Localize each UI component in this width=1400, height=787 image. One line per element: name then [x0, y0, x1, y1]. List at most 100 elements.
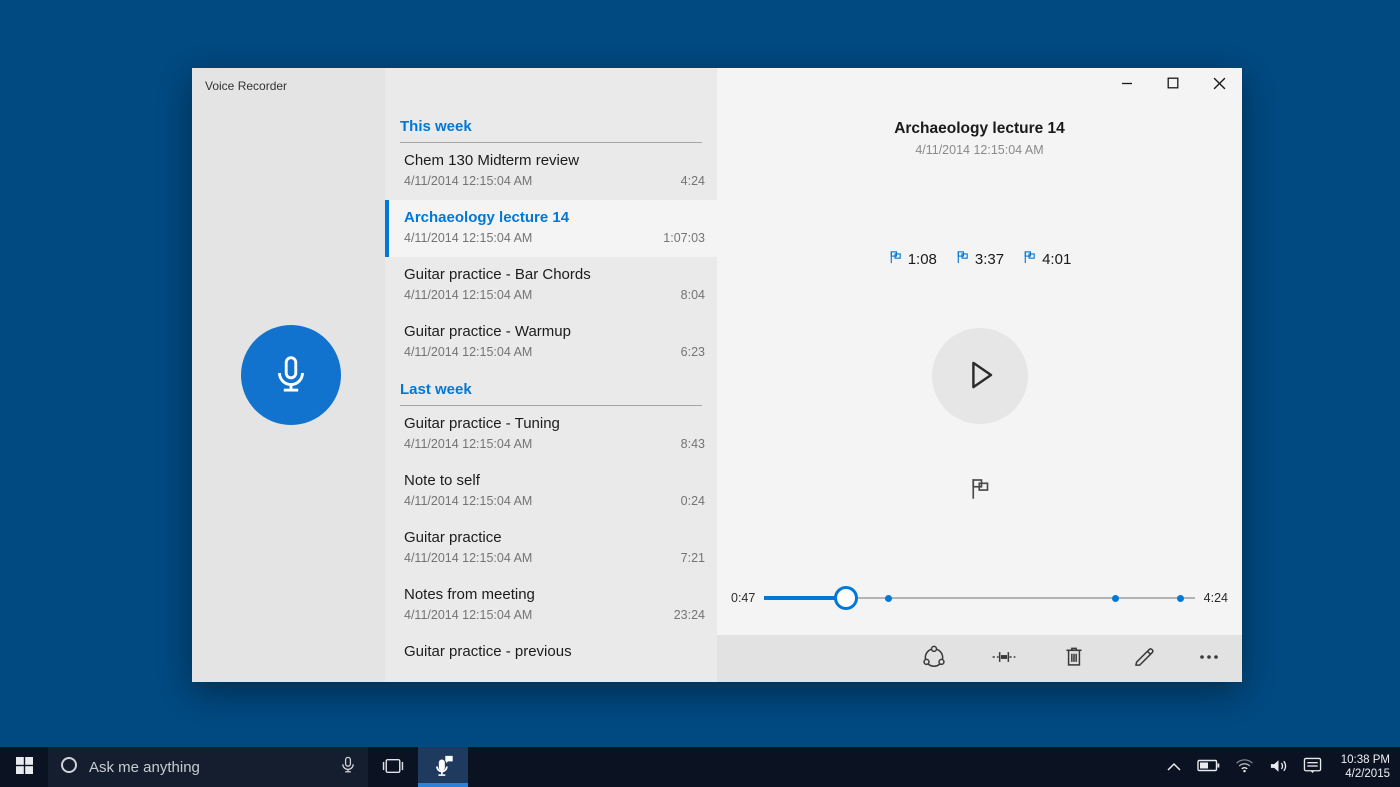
marker-time: 4:01 [1042, 251, 1072, 268]
recording-item-date: 4/11/2014 12:15:04 AM [404, 231, 533, 245]
running-app-indicator [418, 783, 468, 787]
cortana-search-box[interactable]: Ask me anything [48, 747, 368, 787]
battery-icon [1197, 759, 1220, 775]
recordings-list: This week Chem 130 Midterm review 4/11/2… [385, 68, 717, 682]
record-button[interactable] [241, 325, 341, 425]
seek-slider[interactable] [764, 586, 1195, 610]
minimize-button[interactable] [1104, 68, 1150, 101]
share-icon [921, 644, 947, 673]
recording-item-duration: 23:24 [673, 608, 705, 622]
total-time: 4:24 [1203, 591, 1228, 605]
start-button[interactable] [0, 747, 48, 787]
window-controls [1104, 68, 1242, 101]
recordings-scroll-area[interactable]: This week Chem 130 Midterm review 4/11/2… [385, 68, 717, 682]
trim-button[interactable] [980, 639, 1027, 679]
recording-item-duration: 1:07:03 [663, 231, 705, 245]
marker-chip[interactable]: 1:08 [888, 250, 937, 269]
recording-item-date: 4/11/2014 12:15:04 AM [404, 288, 533, 302]
recording-item-date: 4/11/2014 12:15:04 AM [404, 345, 533, 359]
maximize-button[interactable] [1150, 68, 1196, 101]
elapsed-time: 0:47 [731, 591, 756, 605]
action-center-button[interactable] [1303, 757, 1322, 778]
marker-chip[interactable]: 4:01 [1022, 250, 1071, 269]
marker-time: 1:08 [907, 251, 937, 268]
recording-item-duration: 7:21 [680, 551, 705, 565]
recording-list-item[interactable]: Guitar practice - Warmup 4/11/2014 12:15… [385, 314, 717, 371]
task-view-icon [382, 757, 404, 778]
recording-item-duration: 8:04 [680, 288, 705, 302]
volume-tray-button[interactable] [1269, 758, 1288, 777]
recording-list-item[interactable]: Guitar practice - Tuning 4/11/2014 12:15… [385, 406, 717, 463]
speaker-icon [1269, 758, 1288, 777]
more-icon [1197, 645, 1221, 672]
recording-item-title: Guitar practice - Warmup [404, 323, 571, 340]
recording-item-duration: 0:24 [680, 494, 705, 508]
clock-date: 4/2/2015 [1345, 768, 1390, 780]
slider-marker-dot [1112, 594, 1120, 602]
minimize-icon [1121, 77, 1133, 92]
slider-marker-dot [1177, 594, 1185, 602]
wifi-icon [1235, 758, 1254, 776]
recording-title: Archaeology lecture 14 [894, 120, 1065, 137]
microphone-icon [268, 351, 314, 400]
add-marker-button[interactable] [964, 474, 996, 506]
rename-button[interactable] [1120, 639, 1167, 679]
marker-time: 3:37 [974, 251, 1005, 268]
recording-list-item[interactable]: Archaeology lecture 14 4/11/2014 12:15:0… [385, 200, 717, 257]
recording-item-title: Guitar practice - previous [404, 643, 572, 660]
marker-chip[interactable]: 3:37 [955, 250, 1004, 269]
play-icon [958, 353, 1002, 400]
chevron-up-icon [1166, 760, 1182, 775]
recording-item-date: 4/11/2014 12:15:04 AM [404, 494, 533, 508]
action-center-icon [1303, 757, 1322, 778]
trash-icon [1061, 644, 1087, 673]
recording-list-item[interactable]: Chem 130 Midterm review 4/11/2014 12:15:… [385, 143, 717, 200]
playback-slider-row: 0:47 4:24 [717, 582, 1242, 614]
window-title: Voice Recorder [205, 79, 288, 93]
delete-button[interactable] [1050, 639, 1097, 679]
cortana-icon [60, 756, 78, 779]
recording-item-duration: 4:24 [680, 174, 705, 188]
marker-flag-icon [955, 250, 970, 269]
marker-flag-icon [888, 250, 903, 269]
recording-list-item[interactable]: Guitar practice - previous [385, 634, 717, 682]
maximize-icon [1167, 77, 1179, 92]
slider-thumb[interactable] [834, 586, 859, 610]
system-tray: 10:38 PM 4/2/2015 [1166, 747, 1400, 787]
play-button[interactable] [931, 328, 1028, 424]
recording-list-item[interactable]: Guitar practice - Bar Chords 4/11/2014 1… [385, 257, 717, 314]
markers-row: 1:08 3:37 4:01 [717, 250, 1242, 269]
taskbar-clock[interactable]: 10:38 PM 4/2/2015 [1337, 753, 1390, 781]
clock-time: 10:38 PM [1340, 754, 1390, 766]
search-mic-icon[interactable] [340, 756, 356, 779]
recording-item-date: 4/11/2014 12:15:04 AM [404, 437, 533, 451]
slider-marker-dot [884, 594, 892, 602]
record-pane: Voice Recorder [192, 68, 385, 682]
taskbar: Ask me anything 10:38 PM 4/2/2015 [0, 747, 1400, 787]
wifi-tray-button[interactable] [1235, 758, 1254, 776]
voice-recorder-app-icon [431, 754, 455, 781]
recording-item-title: Guitar practice - Bar Chords [404, 266, 591, 283]
recording-detail-pane: Archaeology lecture 14 4/11/2014 12:15:0… [717, 68, 1242, 682]
trim-icon [991, 644, 1017, 673]
taskbar-voice-recorder-button[interactable] [418, 747, 468, 787]
marker-flag-icon [1022, 250, 1037, 269]
voice-recorder-window: Voice Recorder This week Chem 130 Midter… [192, 68, 1242, 682]
close-icon [1213, 77, 1226, 93]
recording-list-item[interactable]: Notes from meeting 4/11/2014 12:15:04 AM… [385, 577, 717, 634]
recording-item-title: Note to self [404, 472, 480, 489]
windows-logo-icon [15, 757, 33, 777]
list-section-header: Last week [400, 381, 702, 406]
recording-list-item[interactable]: Note to self 4/11/2014 12:15:04 AM 0:24 [385, 463, 717, 520]
more-button[interactable] [1190, 639, 1228, 679]
hidden-icons-chevron-button[interactable] [1166, 760, 1182, 775]
battery-tray-button[interactable] [1197, 759, 1220, 775]
share-button[interactable] [910, 639, 957, 679]
recording-item-date: 4/11/2014 12:15:04 AM [404, 608, 533, 622]
recording-date: 4/11/2014 12:15:04 AM [915, 143, 1044, 157]
recording-list-item[interactable]: Guitar practice 4/11/2014 12:15:04 AM 7:… [385, 520, 717, 577]
recording-item-title: Archaeology lecture 14 [404, 209, 570, 226]
close-button[interactable] [1196, 68, 1242, 101]
recording-item-title: Chem 130 Midterm review [404, 152, 580, 169]
task-view-button[interactable] [368, 747, 418, 787]
